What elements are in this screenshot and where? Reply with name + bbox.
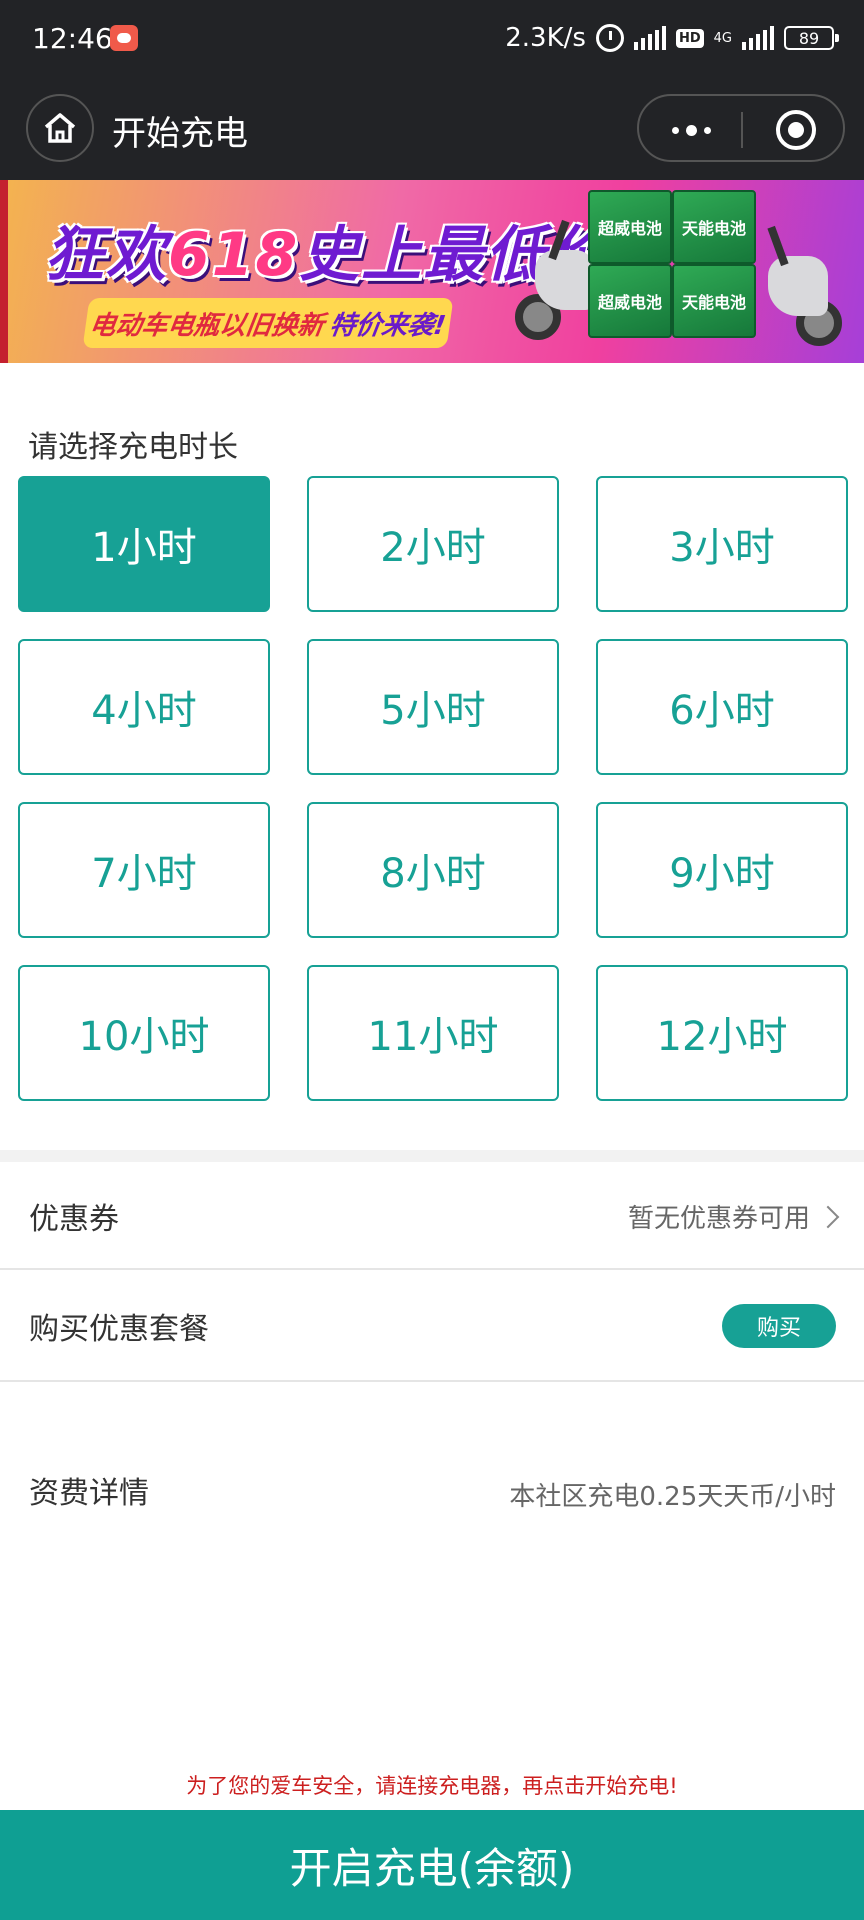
duration-option[interactable]: 1小时 (18, 476, 270, 612)
battery-box-4: 天能电池 (672, 264, 756, 338)
home-icon (44, 113, 76, 143)
page-title: 开始充电 (112, 114, 248, 154)
duration-options-grid: 1小时 2小时 3小时 4小时 5小时 6小时 7小时 8小时 9小时 10小时 11小时 12小时 (18, 476, 848, 1101)
scooter-image-right (758, 216, 854, 346)
network-speed: 2.3K/s (505, 23, 586, 53)
tariff-value: 本社区充电0.25天天币/小时 (509, 1482, 836, 1512)
package-label: 购买优惠套餐 (29, 1312, 209, 1347)
duration-option[interactable]: 6小时 (596, 639, 848, 775)
hd-icon: HD (675, 28, 704, 48)
status-indicators: 2.3K/s HD 4G 89 (505, 20, 839, 56)
signal-icon-2 (742, 26, 774, 50)
duration-option[interactable]: 7小时 (18, 802, 270, 938)
duration-option[interactable]: 8小时 (307, 802, 559, 938)
duration-option[interactable]: 4小时 (18, 639, 270, 775)
capsule-divider (741, 112, 743, 148)
duration-option[interactable]: 3小时 (596, 476, 848, 612)
promo-banner[interactable]: 狂欢618史上最低价 电动车电瓶以旧换新 特价来袭! 超威电池 天能电池 超威电池… (0, 180, 864, 363)
app-notification-icon (110, 25, 138, 51)
coupon-label: 优惠券 (29, 1202, 119, 1237)
status-bar: 12:46 2.3K/s HD 4G 89 (0, 0, 864, 80)
top-bar: 12:46 2.3K/s HD 4G 89 开始充电 (0, 0, 864, 180)
duration-option[interactable]: 11小时 (307, 965, 559, 1101)
home-button[interactable] (26, 94, 94, 162)
net-type-label: 4G (713, 30, 732, 46)
close-miniprogram-icon[interactable] (776, 110, 816, 150)
tariff-row: 资费详情 本社区充电0.25天天币/小时 (0, 1460, 864, 1520)
tariff-label: 资费详情 (29, 1476, 149, 1511)
banner-edge (0, 180, 8, 363)
duration-option[interactable]: 9小时 (596, 802, 848, 938)
banner-subtitle: 电动车电瓶以旧换新 特价来袭! (82, 298, 454, 348)
banner-headline-a: 狂欢 (44, 220, 168, 290)
battery-icon: 89 (784, 26, 839, 50)
duration-option[interactable]: 10小时 (18, 965, 270, 1101)
duration-section-label: 请选择充电时长 (28, 430, 238, 465)
banner-headline-num: 618 (168, 220, 300, 290)
battery-box-2: 天能电池 (672, 190, 756, 264)
buy-package-button[interactable]: 购买 (722, 1304, 836, 1348)
coupon-value: 暂无优惠券可用 (627, 1198, 840, 1235)
row-divider (0, 1380, 864, 1382)
duration-option[interactable]: 12小时 (596, 965, 848, 1101)
duration-option[interactable]: 2小时 (307, 476, 559, 612)
more-button[interactable] (667, 114, 715, 146)
nav-bar: 开始充电 (0, 90, 864, 170)
alarm-icon (595, 24, 624, 52)
safety-notice: 为了您的爱车安全，请连接充电器，再点击开始充电! (186, 1774, 678, 1798)
banner-sub-b: 特价来袭! (327, 310, 448, 341)
section-divider (0, 1150, 864, 1162)
signal-icon (633, 26, 666, 50)
start-charging-button[interactable]: 开启充电(余额) (0, 1810, 864, 1920)
coupon-value-text: 暂无优惠券可用 (627, 1204, 810, 1234)
duration-option[interactable]: 5小时 (307, 639, 559, 775)
battery-box-3: 超威电池 (588, 264, 672, 338)
status-time: 12:46 (32, 22, 113, 55)
miniprogram-capsule (637, 94, 845, 162)
banner-sub-a: 电动车电瓶以旧换新 (87, 310, 326, 341)
coupon-row[interactable]: 优惠券 暂无优惠券可用 (0, 1162, 864, 1268)
battery-box-1: 超威电池 (588, 190, 672, 264)
chevron-right-icon (816, 1205, 840, 1228)
